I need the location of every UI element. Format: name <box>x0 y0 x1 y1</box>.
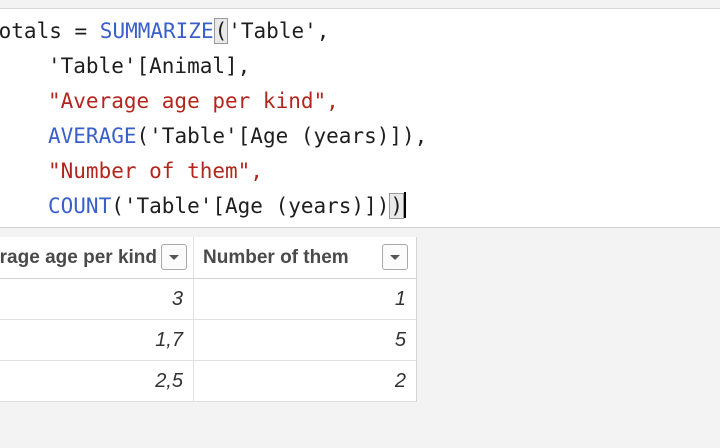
column-filter-button[interactable] <box>161 244 187 270</box>
results-table: Average age per kind Number of them 3 1 … <box>0 237 417 402</box>
table-cell[interactable]: 3 <box>0 279 194 319</box>
table-row[interactable]: 3 1 <box>0 279 416 320</box>
count-args: ('Table'[Age (years)]) <box>111 194 390 218</box>
table-header-row: Average age per kind Number of them <box>0 237 416 279</box>
formula-line-3: "Average age per kind", <box>48 89 339 113</box>
average-age-value: 1,7 <box>155 329 183 351</box>
table-cell[interactable]: 1 <box>194 279 416 319</box>
table-cell[interactable]: 2 <box>194 361 416 401</box>
formula-editor[interactable]: Totals = SUMMARIZE('Table', 'Table'[Anim… <box>0 8 720 228</box>
table-cell[interactable]: 1,7 <box>0 320 194 360</box>
summarize-table-arg: 'Table', <box>228 19 330 43</box>
measure-name: Totals = <box>0 19 88 43</box>
formula-line-1: Totals = SUMMARIZE('Table', <box>0 17 329 45</box>
matching-close-paren: ) <box>389 193 405 219</box>
column-header-average-age[interactable]: Average age per kind <box>0 237 194 278</box>
count-value: 5 <box>394 329 406 351</box>
table-row[interactable]: 1,7 5 <box>0 320 416 361</box>
function-count: COUNT <box>48 194 112 218</box>
average-age-value: 3 <box>171 288 183 310</box>
column-header-number-of-them[interactable]: Number of them <box>194 237 416 278</box>
app-frame: Totals = SUMMARIZE('Table', 'Table'[Anim… <box>0 0 720 448</box>
table-row[interactable]: 2,5 2 <box>0 361 416 402</box>
formula-line-6: COUNT('Table'[Age (years)])) <box>48 192 407 220</box>
text-cursor <box>404 192 407 218</box>
table-cell[interactable]: 2,5 <box>0 361 194 401</box>
count-value: 2 <box>394 370 406 392</box>
column-header-label: Number of them <box>203 247 349 268</box>
formula-line-2: 'Table'[Animal], <box>48 54 251 78</box>
column-header-label: Average age per kind <box>0 247 157 268</box>
function-average: AVERAGE <box>48 124 137 148</box>
chevron-down-icon <box>169 255 179 260</box>
column-filter-button[interactable] <box>382 244 408 270</box>
average-age-value: 2,5 <box>155 370 183 392</box>
formula-line-5: "Number of them", <box>48 159 263 183</box>
count-value: 1 <box>394 288 406 310</box>
formula-line-4: AVERAGE('Table'[Age (years)]), <box>48 122 427 150</box>
matching-open-paren: ( <box>213 18 229 44</box>
chevron-down-icon <box>390 255 400 260</box>
table-cell[interactable]: 5 <box>194 320 416 360</box>
average-args: ('Table'[Age (years)]), <box>136 124 428 148</box>
function-summarize: SUMMARIZE <box>99 19 214 43</box>
